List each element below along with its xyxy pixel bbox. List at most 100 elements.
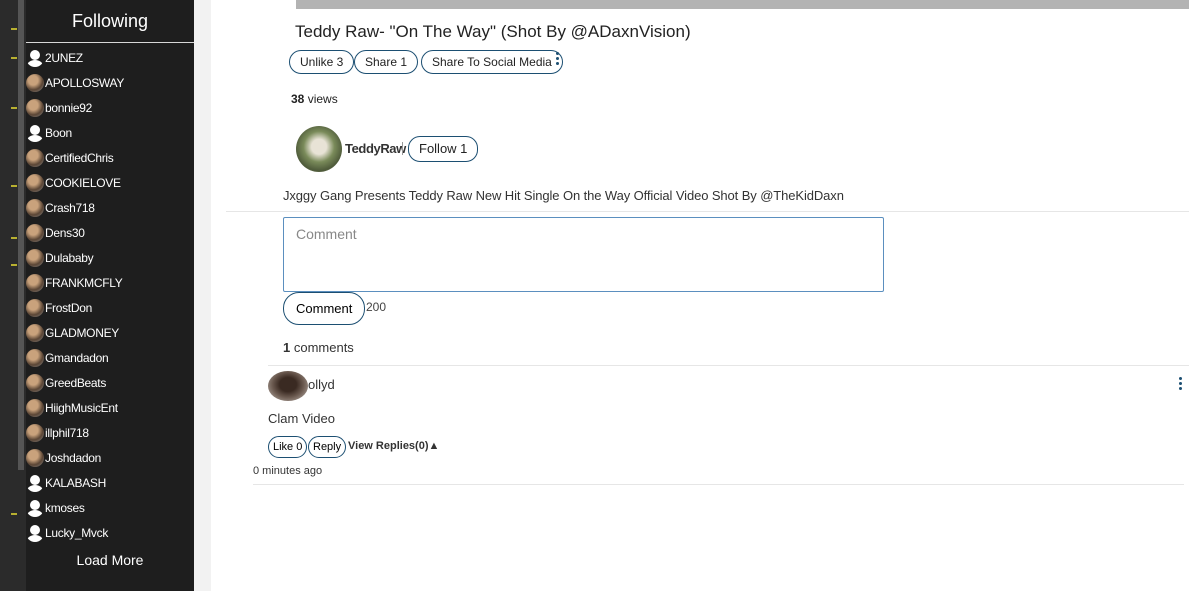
sidebar-scrollbar[interactable] <box>18 0 24 470</box>
comment-options-icon[interactable] <box>1177 377 1183 395</box>
following-item[interactable]: GreedBeats <box>26 370 194 395</box>
divider <box>253 484 1184 485</box>
marker <box>11 185 17 187</box>
following-item-name: GLADMONEY <box>45 325 119 340</box>
default-avatar-icon <box>26 523 44 542</box>
following-item[interactable]: illphil718 <box>26 420 194 445</box>
comment-submit-button[interactable]: Comment <box>283 292 366 325</box>
following-item[interactable]: CertifiedChris <box>26 145 194 170</box>
following-item[interactable]: HiighMusicEnt <box>26 395 194 420</box>
following-item-name: Lucky_Mvck <box>45 525 109 540</box>
comment-text: Clam Video <box>268 411 335 426</box>
following-item-name: Dens30 <box>45 225 85 240</box>
video-title: Teddy Raw- "On The Way" (Shot By @ADaxnV… <box>295 22 691 41</box>
following-item[interactable]: COOKIELOVE <box>26 170 194 195</box>
uploader-name[interactable]: TeddyRaw <box>345 141 406 156</box>
sidebar-title: Following <box>26 0 194 43</box>
user-avatar <box>26 223 44 242</box>
follow-button[interactable]: Follow 1 <box>408 136 479 162</box>
following-item-name: Boon <box>45 125 72 140</box>
comments-label: comments <box>290 340 354 355</box>
following-item-name: CertifiedChris <box>45 150 114 165</box>
following-item[interactable]: FRANKMCFLY <box>26 270 194 295</box>
following-item[interactable]: Dulababy <box>26 245 194 270</box>
share-social-button[interactable]: Share To Social Media <box>421 50 563 74</box>
following-item-name: KALABASH <box>45 475 106 490</box>
video-player[interactable] <box>296 0 1189 9</box>
user-avatar <box>26 173 44 192</box>
following-item-name: COOKIELOVE <box>45 175 121 190</box>
more-options-icon[interactable] <box>554 52 560 70</box>
user-avatar <box>26 248 44 267</box>
user-avatar <box>26 323 44 342</box>
share-button[interactable]: Share 1 <box>354 50 419 74</box>
following-item[interactable]: Crash718 <box>26 195 194 220</box>
marker <box>11 57 17 59</box>
following-item-name: APOLLOSWAY <box>45 75 125 90</box>
user-avatar <box>26 398 44 417</box>
default-avatar-icon <box>26 473 44 492</box>
following-item-name: FRANKMCFLY <box>45 275 123 290</box>
following-item-name: Crash718 <box>45 200 95 215</box>
comments-count: 1 comments <box>283 340 354 355</box>
user-avatar <box>26 373 44 392</box>
following-item[interactable]: Boon <box>26 120 194 145</box>
following-item[interactable]: Joshdadon <box>26 445 194 470</box>
video-description: Jxggy Gang Presents Teddy Raw New Hit Si… <box>283 188 844 203</box>
view-replies-link[interactable]: View Replies(0)▲ <box>348 440 439 452</box>
user-avatar <box>26 148 44 167</box>
following-item[interactable]: 2UNEZ <box>26 45 194 70</box>
reply-button[interactable]: Reply <box>308 436 347 458</box>
following-item-name: bonnie92 <box>45 100 92 115</box>
comment-input[interactable] <box>283 217 884 292</box>
marker <box>11 28 17 30</box>
user-avatar <box>26 298 44 317</box>
default-avatar-icon <box>26 498 44 517</box>
commenter-name[interactable]: ollyd <box>308 377 335 392</box>
commenter-avatar[interactable] <box>268 371 308 401</box>
following-item-name: FrostDon <box>45 300 92 315</box>
default-avatar-icon <box>26 123 44 142</box>
marker <box>11 513 17 515</box>
following-item[interactable]: FrostDon <box>26 295 194 320</box>
view-count: 38 views <box>291 92 338 106</box>
following-item-name: GreedBeats <box>45 375 107 390</box>
char-limit: 200 <box>366 300 387 314</box>
following-item[interactable]: KALABASH <box>26 470 194 495</box>
user-avatar <box>26 73 44 92</box>
user-avatar <box>26 98 44 117</box>
like-comment-button[interactable]: Like 0 <box>268 436 308 458</box>
marker <box>11 107 17 109</box>
divider <box>226 211 1189 212</box>
load-more-button[interactable]: Load More <box>26 548 194 572</box>
following-item-name: Gmandadon <box>45 350 109 365</box>
following-item-name: Joshdadon <box>45 450 102 465</box>
left-edge-panel <box>0 0 26 591</box>
comment-timestamp: 0 minutes ago <box>253 465 323 477</box>
following-item[interactable]: Gmandadon <box>26 345 194 370</box>
divider <box>268 365 1189 366</box>
marker <box>11 237 17 239</box>
following-item[interactable]: bonnie92 <box>26 95 194 120</box>
following-item[interactable]: GLADMONEY <box>26 320 194 345</box>
following-item[interactable]: APOLLOSWAY <box>26 70 194 95</box>
following-item-name: 2UNEZ <box>45 50 83 65</box>
unlike-button[interactable]: Unlike 3 <box>289 50 355 74</box>
user-avatar <box>26 423 44 442</box>
following-item-name: illphil718 <box>45 425 89 440</box>
user-avatar <box>26 198 44 217</box>
gutter <box>194 0 211 591</box>
views-number: 38 <box>291 92 305 106</box>
user-avatar <box>26 348 44 367</box>
user-avatar <box>26 273 44 292</box>
user-avatar <box>26 448 44 467</box>
following-sidebar: Following 2UNEZ APOLLOSWAY bonnie92 Boon Cer… <box>26 0 194 591</box>
following-item-name: Dulababy <box>45 250 94 265</box>
following-item[interactable]: Dens30 <box>26 220 194 245</box>
following-item[interactable]: Lucky_Mvck <box>26 520 194 545</box>
following-list: 2UNEZ APOLLOSWAY bonnie92 Boon CertifiedChri… <box>26 43 194 545</box>
default-avatar-icon <box>26 48 44 67</box>
uploader-avatar[interactable] <box>296 126 342 172</box>
following-item-name: kmoses <box>45 500 85 515</box>
following-item[interactable]: kmoses <box>26 495 194 520</box>
